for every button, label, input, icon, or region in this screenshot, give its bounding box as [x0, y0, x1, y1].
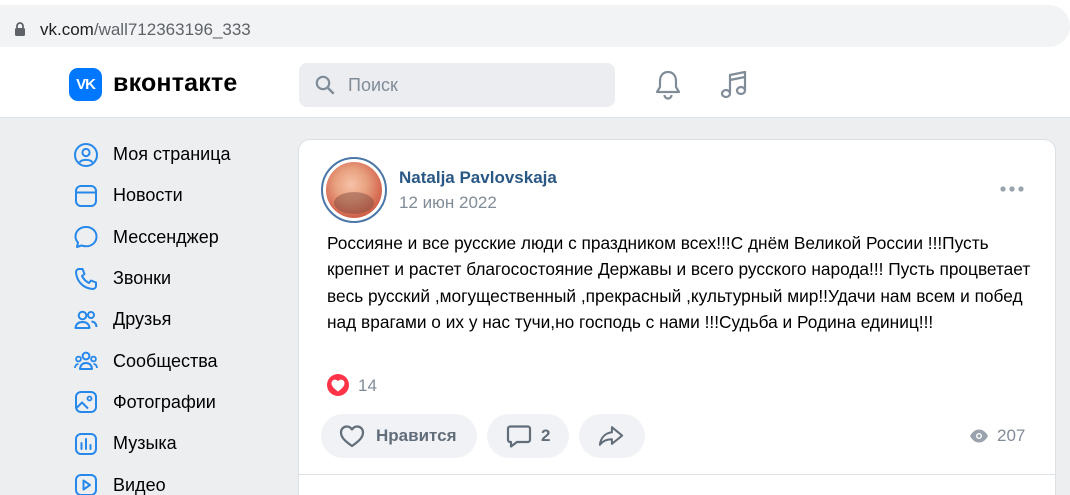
video-icon — [75, 474, 97, 495]
logo-mark: VK — [76, 76, 96, 93]
divider — [299, 474, 1055, 475]
sidebar-item-label: Моя страница — [113, 144, 231, 165]
share-button[interactable] — [579, 414, 645, 458]
more-icon[interactable] — [999, 184, 1025, 194]
sidebar-item-video[interactable]: Видео — [69, 464, 289, 495]
sidebar-item-friends[interactable]: Друзья — [69, 299, 289, 340]
user-circle-icon — [74, 142, 98, 167]
vk-logo-icon[interactable]: VK — [69, 68, 102, 101]
heart-icon — [339, 425, 365, 448]
music-icon[interactable] — [718, 69, 750, 101]
sidebar-item-label: Друзья — [113, 309, 172, 330]
post-author[interactable]: Natalja Pavlovskaja — [399, 168, 557, 188]
phone-icon — [75, 267, 97, 290]
sidebar-item-label: Музыка — [113, 433, 177, 454]
message-icon — [74, 226, 98, 249]
sidebar-item-music[interactable]: Музыка — [69, 423, 289, 464]
share-icon — [598, 426, 624, 446]
sidebar-item-photos[interactable]: Фотографии — [69, 382, 289, 423]
like-label: Нравится — [376, 426, 457, 445]
post-text: Россияне и все русские люди с праздником… — [327, 233, 1031, 332]
search-icon — [315, 75, 335, 95]
logo-text[interactable]: вконтакте — [113, 69, 238, 98]
url-text: vk.com/wall712363196_333 — [40, 20, 251, 40]
url-field[interactable]: vk.com/wall712363196_333 — [0, 5, 1070, 47]
sidebar-item-messenger[interactable]: Мессенджер — [69, 217, 289, 258]
sidebar-item-my-page[interactable]: Моя страница — [69, 134, 289, 175]
sidebar-item-communities[interactable]: Сообщества — [69, 340, 289, 381]
heart-badge — [327, 374, 349, 396]
search-placeholder: Поиск — [348, 75, 398, 95]
bell-icon[interactable] — [653, 69, 683, 101]
comment-icon — [506, 425, 532, 448]
url-domain: vk.com — [40, 20, 94, 39]
sidebar-item-news[interactable]: Новости — [69, 175, 289, 216]
communities-icon — [74, 351, 98, 371]
sidebar-nav: Моя страница Новости Мессенджер Звонки Д… — [69, 134, 289, 495]
views-count: 207 — [997, 426, 1026, 445]
avatar[interactable] — [321, 157, 387, 223]
avatar-image — [326, 162, 382, 218]
search-input[interactable]: Поиск — [299, 63, 615, 107]
lock-icon — [15, 22, 25, 36]
browser-address-bar: vk.com/wall712363196_333 — [0, 0, 1070, 52]
like-button[interactable]: Нравится — [321, 414, 477, 458]
site-header: VK вконтакте Поиск — [0, 52, 1070, 118]
comment-button[interactable]: 2 — [487, 414, 569, 458]
heart-filled-icon — [331, 379, 345, 392]
eye-icon — [970, 429, 988, 443]
sidebar-item-calls[interactable]: Звонки — [69, 258, 289, 299]
sidebar-item-label: Новости — [113, 185, 183, 206]
sidebar-item-label: Видео — [113, 474, 166, 495]
music-chart-icon — [75, 432, 97, 455]
wall-post: Natalja Pavlovskaja 12 июн 2022 Россияне… — [298, 139, 1056, 495]
photo-icon — [75, 391, 97, 414]
friends-icon — [74, 310, 98, 329]
url-path: /wall712363196_333 — [93, 20, 251, 39]
sidebar-item-label: Звонки — [113, 268, 172, 289]
comments-count: 2 — [541, 426, 551, 445]
post-date[interactable]: 12 июн 2022 — [399, 193, 497, 213]
newsfeed-icon — [75, 184, 97, 207]
sidebar-item-label: Фотографии — [113, 391, 216, 412]
likes-count: 14 — [358, 376, 377, 395]
sidebar-item-label: Сообщества — [113, 350, 218, 371]
sidebar-item-label: Мессенджер — [113, 226, 219, 247]
